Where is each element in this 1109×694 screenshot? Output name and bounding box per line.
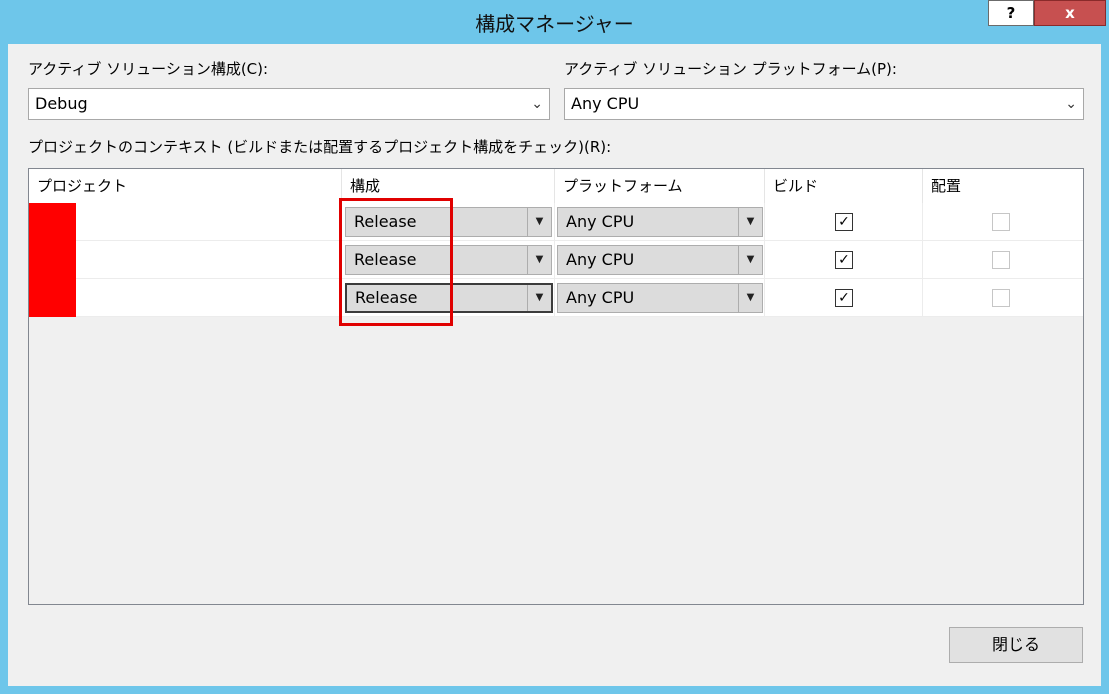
- active-platform-value: Any CPU: [571, 94, 640, 113]
- platform-dropdown[interactable]: Any CPU ▼: [557, 207, 763, 237]
- redacted-project-name: [29, 241, 76, 279]
- table-row[interactable]: Release ▼ Any CPU ▼ ✓: [29, 203, 1083, 241]
- config-value: Release: [354, 250, 417, 269]
- column-header-build[interactable]: ビルド: [765, 169, 923, 203]
- deploy-checkbox[interactable]: [992, 213, 1010, 231]
- title-bar[interactable]: 構成マネージャー ? x: [0, 0, 1109, 44]
- config-dropdown[interactable]: Release ▼: [345, 245, 552, 275]
- window-close-button[interactable]: x: [1034, 0, 1106, 26]
- build-cell: ✓: [765, 203, 923, 241]
- column-header-project[interactable]: プロジェクト: [29, 169, 342, 203]
- deploy-cell: [923, 203, 1083, 241]
- platform-cell: Any CPU ▼: [555, 203, 765, 241]
- dropdown-arrow-icon[interactable]: ▼: [527, 208, 551, 236]
- dropdown-arrow-icon[interactable]: ▼: [738, 208, 762, 236]
- project-cell: [29, 279, 342, 317]
- platform-cell: Any CPU ▼: [555, 279, 765, 317]
- active-platform-label: アクティブ ソリューション プラットフォーム(P):: [564, 60, 897, 78]
- config-dropdown[interactable]: Release ▼: [345, 207, 552, 237]
- platform-dropdown[interactable]: Any CPU ▼: [557, 283, 763, 313]
- project-context-grid[interactable]: プロジェクト 構成 プラットフォーム ビルド 配置 Release ▼ Any …: [28, 168, 1084, 605]
- config-manager-dialog: 構成マネージャー ? x アクティブ ソリューション構成(C): Debug ⌄…: [0, 0, 1109, 694]
- build-cell: ✓: [765, 241, 923, 279]
- dropdown-arrow-icon[interactable]: ▼: [738, 246, 762, 274]
- platform-cell: Any CPU ▼: [555, 241, 765, 279]
- active-config-combo[interactable]: Debug ⌄: [28, 88, 550, 120]
- build-checkbox[interactable]: ✓: [835, 251, 853, 269]
- chevron-down-icon: ⌄: [531, 96, 543, 112]
- project-cell: [29, 241, 342, 279]
- close-button[interactable]: 閉じる: [949, 627, 1083, 663]
- deploy-checkbox[interactable]: [992, 289, 1010, 307]
- platform-dropdown[interactable]: Any CPU ▼: [557, 245, 763, 275]
- config-value: Release: [355, 288, 418, 307]
- dropdown-arrow-icon[interactable]: ▼: [738, 284, 762, 312]
- config-dropdown[interactable]: Release ▼: [345, 283, 553, 313]
- table-row[interactable]: Release ▼ Any CPU ▼ ✓: [29, 241, 1083, 279]
- config-cell: Release ▼: [342, 241, 555, 279]
- window-title: 構成マネージャー: [475, 12, 634, 36]
- dropdown-arrow-icon[interactable]: ▼: [527, 285, 551, 311]
- build-checkbox[interactable]: ✓: [835, 289, 853, 307]
- dropdown-arrow-icon[interactable]: ▼: [527, 246, 551, 274]
- platform-value: Any CPU: [566, 288, 635, 307]
- redacted-project-name: [29, 279, 76, 317]
- config-cell: Release ▼: [342, 203, 555, 241]
- column-header-platform[interactable]: プラットフォーム: [555, 169, 765, 203]
- project-cell: [29, 203, 342, 241]
- deploy-cell: [923, 241, 1083, 279]
- redacted-project-name: [29, 203, 76, 241]
- context-label: プロジェクトのコンテキスト (ビルドまたは配置するプロジェクト構成をチェック)(…: [28, 138, 612, 156]
- column-header-config[interactable]: 構成: [342, 169, 555, 203]
- table-row[interactable]: Release ▼ Any CPU ▼ ✓: [29, 279, 1083, 317]
- active-platform-combo[interactable]: Any CPU ⌄: [564, 88, 1084, 120]
- build-checkbox[interactable]: ✓: [835, 213, 853, 231]
- grid-header: プロジェクト 構成 プラットフォーム ビルド 配置: [29, 169, 1083, 204]
- check-icon: ✓: [838, 252, 850, 268]
- column-header-deploy[interactable]: 配置: [923, 169, 1083, 203]
- config-cell: Release ▼: [342, 279, 555, 317]
- deploy-checkbox[interactable]: [992, 251, 1010, 269]
- chevron-down-icon: ⌄: [1065, 96, 1077, 112]
- dialog-body: アクティブ ソリューション構成(C): Debug ⌄ アクティブ ソリューショ…: [8, 44, 1101, 686]
- build-cell: ✓: [765, 279, 923, 317]
- active-config-value: Debug: [35, 94, 88, 113]
- active-config-label: アクティブ ソリューション構成(C):: [28, 60, 269, 78]
- platform-value: Any CPU: [566, 250, 635, 269]
- config-value: Release: [354, 212, 417, 231]
- help-button[interactable]: ?: [988, 0, 1034, 26]
- deploy-cell: [923, 279, 1083, 317]
- check-icon: ✓: [838, 290, 850, 306]
- check-icon: ✓: [838, 214, 850, 230]
- platform-value: Any CPU: [566, 212, 635, 231]
